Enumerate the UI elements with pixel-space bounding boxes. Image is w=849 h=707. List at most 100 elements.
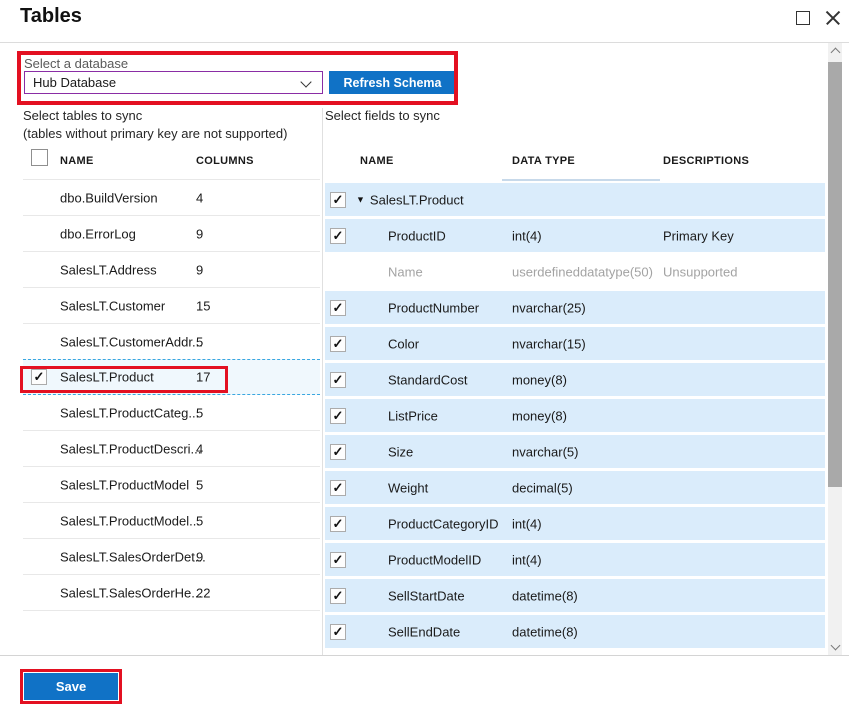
table-name: SalesLT.SalesOrderDet... [60, 549, 206, 564]
field-row[interactable]: Nameuserdefineddatatype(50)Unsupported [325, 255, 825, 291]
checkmark-icon[interactable]: ✓ [330, 588, 346, 604]
checkmark-icon[interactable]: ✓ [330, 444, 346, 460]
select-all-tables-checkbox[interactable] [31, 149, 48, 166]
field-name: ProductNumber [388, 300, 479, 315]
field-row[interactable]: ✓ SellEndDate datetime(8) [325, 615, 825, 651]
database-select-label: Select a database [24, 56, 128, 71]
field-name: SellEndDate [388, 624, 460, 639]
table-columns-count: 5 [196, 513, 203, 528]
chevron-down-icon[interactable] [830, 641, 840, 651]
tables-column-header-name: NAME [60, 155, 94, 167]
field-description: Unsupported [663, 264, 737, 279]
table-name: SalesLT.SalesOrderHe... [60, 585, 202, 600]
field-datatype: datetime(8) [512, 624, 578, 639]
checkmark-icon[interactable]: ✓ [330, 552, 346, 568]
table-row[interactable]: dbo.BuildVersion 4 [23, 180, 320, 216]
table-row[interactable]: SalesLT.ProductModel...5 [23, 503, 320, 539]
table-row[interactable]: SalesLT.ProductCateg...5 [23, 395, 320, 431]
field-row[interactable]: ✓ProductModelIDint(4) [325, 543, 825, 579]
database-select-value: Hub Database [33, 75, 116, 90]
field-name: ProductID [388, 228, 446, 243]
table-row[interactable]: SalesLT.CustomerAddr...5 [23, 324, 320, 360]
page-title: Tables [20, 5, 82, 28]
tables-column-header-columns: COLUMNS [196, 155, 254, 167]
table-row[interactable]: SalesLT.ProductModel5 [23, 467, 320, 503]
triangle-down-icon[interactable]: ▼ [356, 195, 365, 205]
restore-icon[interactable] [796, 11, 810, 25]
table-name: SalesLT.ProductCateg... [60, 405, 199, 420]
refresh-schema-button[interactable]: Refresh Schema [329, 71, 456, 94]
field-datatype: nvarchar(25) [512, 300, 586, 315]
table-row[interactable]: ✓ SalesLT.Product 17 [23, 359, 320, 395]
table-name: SalesLT.ProductModel... [60, 513, 200, 528]
checkmark-icon[interactable]: ✓ [31, 369, 47, 385]
table-columns-count: 22 [196, 585, 210, 600]
tables-panel-title: Select tables to sync (tables without pr… [23, 107, 287, 143]
field-name: ListPrice [388, 408, 438, 423]
table-name: SalesLT.CustomerAddr... [60, 334, 203, 349]
table-row[interactable]: SalesLT.SalesOrderHe...22 [23, 575, 320, 611]
checkmark-icon[interactable]: ✓ [330, 516, 346, 532]
field-datatype: int(4) [512, 228, 542, 243]
table-row[interactable]: dbo.ErrorLog9 [23, 216, 320, 252]
table-name: dbo.ErrorLog [60, 226, 136, 241]
field-datatype: datetime(8) [512, 588, 578, 603]
field-row[interactable]: ✓ ListPrice money(8) [325, 399, 825, 435]
table-name: SalesLT.Customer [60, 298, 165, 313]
checkmark-icon[interactable]: ✓ [330, 480, 346, 496]
panel-divider [322, 108, 323, 655]
field-name: Size [388, 444, 413, 459]
fields-panel-title: Select fields to sync [325, 108, 440, 123]
tables-panel-title-line1: Select tables to sync [23, 107, 287, 125]
database-select[interactable]: Hub Database [24, 71, 323, 94]
table-row[interactable]: SalesLT.Customer15 [23, 288, 320, 324]
field-row[interactable]: ✓ SellStartDate datetime(8) [325, 579, 825, 615]
checkmark-icon[interactable]: ✓ [330, 336, 346, 352]
table-name: SalesLT.ProductDescri... [60, 441, 201, 456]
table-name: SalesLT.Product [60, 370, 154, 385]
table-columns-count: 5 [196, 477, 203, 492]
table-columns-count: 5 [196, 405, 203, 420]
chevron-down-icon [300, 76, 311, 87]
field-name: ProductModelID [388, 552, 481, 567]
field-datatype: nvarchar(15) [512, 336, 586, 351]
table-columns-count: 4 [196, 441, 203, 456]
field-datatype: money(8) [512, 408, 567, 423]
field-datatype: int(4) [512, 516, 542, 531]
table-columns-count: 9 [196, 549, 203, 564]
field-row[interactable]: ✓ StandardCost money(8) [325, 363, 825, 399]
field-row[interactable]: ✓ProductCategoryIDint(4) [325, 507, 825, 543]
field-row[interactable]: ✓Weightdecimal(5) [325, 471, 825, 507]
field-row[interactable]: ✓ProductIDint(4)Primary Key [325, 219, 825, 255]
scrollbar-thumb[interactable] [828, 62, 842, 487]
fields-list: ✓▼SalesLT.Product✓ProductIDint(4)Primary… [325, 183, 825, 651]
tables-panel-title-line2: (tables without primary key are not supp… [23, 125, 287, 143]
table-name: dbo.BuildVersion [60, 190, 158, 205]
field-name: SellStartDate [388, 588, 465, 603]
field-row[interactable]: ✓ Color nvarchar(15) [325, 327, 825, 363]
table-row[interactable]: SalesLT.ProductDescri...4 [23, 431, 320, 467]
group-name: SalesLT.Product [370, 192, 464, 207]
save-button[interactable]: Save [24, 673, 118, 700]
checkmark-icon[interactable]: ✓ [330, 300, 346, 316]
checkmark-icon[interactable]: ✓ [330, 192, 346, 208]
horizontal-scrollbar[interactable] [502, 179, 660, 181]
table-columns-count: 17 [196, 370, 210, 385]
vertical-scrollbar[interactable] [828, 43, 842, 655]
checkmark-icon[interactable]: ✓ [330, 228, 346, 244]
checkmark-icon[interactable]: ✓ [330, 624, 346, 640]
field-name: StandardCost [388, 372, 468, 387]
field-row[interactable]: ✓ ProductNumber nvarchar(25) [325, 291, 825, 327]
field-row[interactable]: ✓Sizenvarchar(5) [325, 435, 825, 471]
field-row[interactable]: ✓ ▼ SalesLT.Product [325, 183, 825, 219]
field-datatype: money(8) [512, 372, 567, 387]
table-columns-count: 4 [196, 190, 203, 205]
checkmark-icon[interactable]: ✓ [330, 408, 346, 424]
table-row[interactable]: SalesLT.Address9 [23, 252, 320, 288]
chevron-up-icon[interactable] [830, 48, 840, 58]
checkmark-icon[interactable]: ✓ [330, 372, 346, 388]
close-icon[interactable] [825, 10, 841, 26]
field-name: Color [388, 336, 419, 351]
table-row[interactable]: SalesLT.SalesOrderDet...9 [23, 539, 320, 575]
group-label[interactable]: ▼ SalesLT.Product [356, 192, 464, 207]
